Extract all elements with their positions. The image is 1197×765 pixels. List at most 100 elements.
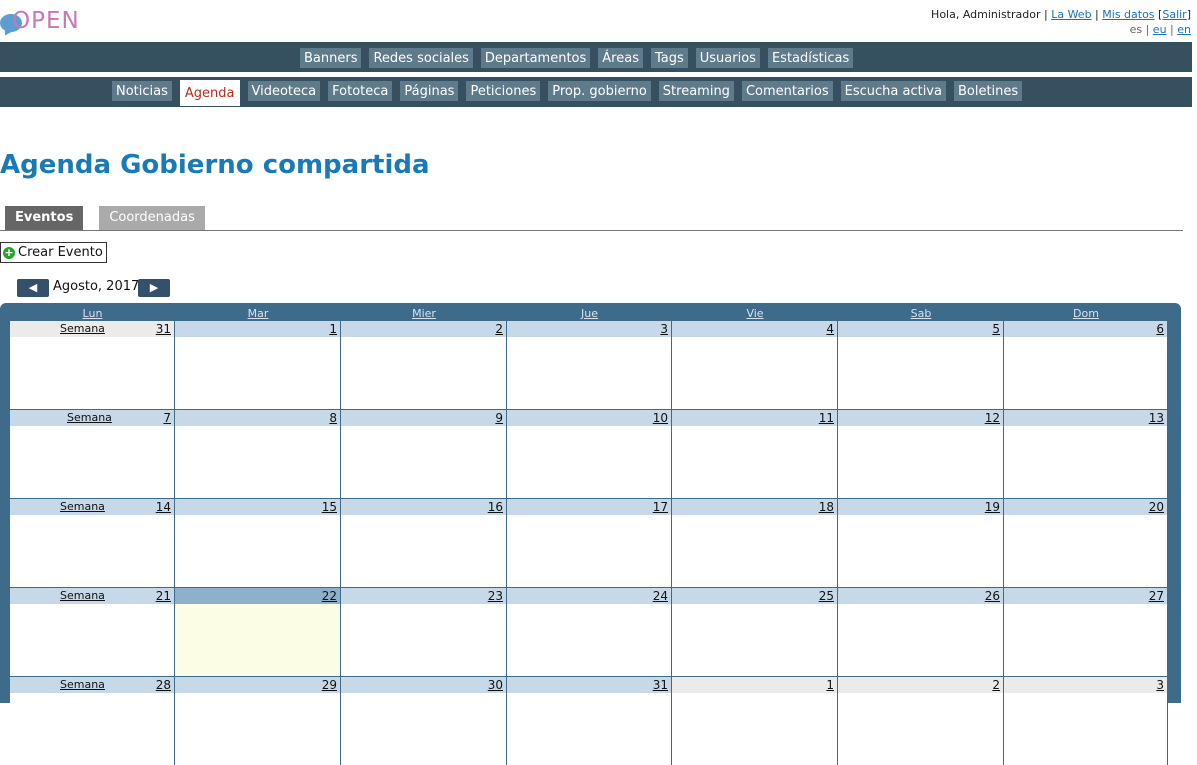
calendar-day-cell[interactable]: 13 bbox=[1004, 410, 1168, 498]
day-number-link[interactable]: 5 bbox=[992, 322, 1000, 336]
calendar-day-cell[interactable]: Semana 7 bbox=[10, 410, 175, 498]
lang-eu-link[interactable]: eu bbox=[1153, 23, 1167, 36]
calendar-day-cell[interactable]: 26 bbox=[838, 588, 1004, 676]
day-cell-body[interactable] bbox=[838, 604, 1003, 676]
calendar-day-cell[interactable]: 29 bbox=[175, 677, 341, 765]
day-cell-body[interactable] bbox=[341, 693, 506, 765]
day-cell-body[interactable] bbox=[1004, 515, 1167, 587]
day-number-link[interactable]: 29 bbox=[322, 678, 337, 692]
day-cell-body[interactable] bbox=[672, 515, 837, 587]
day-cell-body[interactable] bbox=[507, 604, 671, 676]
prev-month-button[interactable]: ◀ bbox=[17, 279, 49, 297]
nav-item-usuarios[interactable]: Usuarios bbox=[695, 48, 760, 68]
nav-item-comentarios[interactable]: Comentarios bbox=[741, 81, 833, 101]
calendar-day-cell[interactable]: 3 bbox=[1004, 677, 1168, 765]
calendar-day-cell[interactable]: 18 bbox=[672, 499, 838, 587]
nav-item-tags[interactable]: Tags bbox=[650, 48, 688, 68]
day-cell-body[interactable] bbox=[838, 426, 1003, 498]
day-number-link[interactable]: 17 bbox=[653, 500, 668, 514]
calendar-day-cell[interactable]: 12 bbox=[838, 410, 1004, 498]
day-cell-body[interactable] bbox=[341, 426, 506, 498]
day-cell-body[interactable] bbox=[341, 515, 506, 587]
day-number-link[interactable]: 2 bbox=[495, 322, 503, 336]
day-number-link[interactable]: 20 bbox=[1149, 500, 1164, 514]
calendar-day-cell[interactable]: 3 bbox=[507, 321, 672, 409]
day-number-link[interactable]: 2 bbox=[992, 678, 1000, 692]
day-cell-body[interactable] bbox=[838, 693, 1003, 765]
day-number-link[interactable]: 16 bbox=[488, 500, 503, 514]
day-header-lun[interactable]: Lun bbox=[10, 307, 175, 321]
calendar-day-cell[interactable]: 10 bbox=[507, 410, 672, 498]
day-number-link[interactable]: 23 bbox=[488, 589, 503, 603]
calendar-day-cell[interactable]: 1 bbox=[672, 677, 838, 765]
day-cell-body[interactable] bbox=[10, 604, 174, 676]
day-cell-body[interactable] bbox=[341, 604, 506, 676]
day-cell-body[interactable] bbox=[175, 337, 340, 409]
day-cell-body[interactable] bbox=[341, 337, 506, 409]
day-number-link[interactable]: 13 bbox=[1149, 411, 1164, 425]
day-number-link[interactable]: 31 bbox=[156, 322, 171, 336]
day-number-link[interactable]: 21 bbox=[156, 589, 171, 603]
week-link[interactable]: Semana bbox=[60, 322, 105, 336]
day-cell-body[interactable] bbox=[10, 693, 174, 765]
day-cell-body[interactable] bbox=[10, 426, 174, 498]
day-number-link[interactable]: 11 bbox=[819, 411, 834, 425]
nav-item-noticias[interactable]: Noticias bbox=[112, 81, 172, 101]
day-number-link[interactable]: 4 bbox=[826, 322, 834, 336]
calendar-day-cell[interactable]: 23 bbox=[341, 588, 507, 676]
week-link[interactable]: Semana bbox=[60, 500, 105, 514]
nav-item-banners[interactable]: Banners bbox=[300, 48, 362, 68]
calendar-day-cell[interactable]: 17 bbox=[507, 499, 672, 587]
calendar-day-cell[interactable]: 2 bbox=[341, 321, 507, 409]
calendar-day-cell[interactable]: 11 bbox=[672, 410, 838, 498]
calendar-day-cell[interactable]: 30 bbox=[341, 677, 507, 765]
day-cell-body[interactable] bbox=[10, 515, 174, 587]
day-cell-body[interactable] bbox=[10, 337, 174, 409]
calendar-day-cell[interactable]: Semana 14 bbox=[10, 499, 175, 587]
calendar-day-cell[interactable]: 5 bbox=[838, 321, 1004, 409]
day-cell-body[interactable] bbox=[507, 337, 671, 409]
day-number-link[interactable]: 3 bbox=[1156, 678, 1164, 692]
day-number-link[interactable]: 8 bbox=[329, 411, 337, 425]
calendar-day-cell[interactable]: 15 bbox=[175, 499, 341, 587]
day-cell-body[interactable] bbox=[507, 693, 671, 765]
day-header-vie[interactable]: Vie bbox=[672, 307, 838, 321]
day-header-mar[interactable]: Mar bbox=[175, 307, 341, 321]
day-cell-body[interactable] bbox=[175, 515, 340, 587]
day-cell-body[interactable] bbox=[672, 604, 837, 676]
day-header-sab[interactable]: Sab bbox=[838, 307, 1004, 321]
day-cell-body[interactable] bbox=[672, 337, 837, 409]
la-web-link[interactable]: La Web bbox=[1051, 8, 1091, 21]
day-number-link[interactable]: 19 bbox=[985, 500, 1000, 514]
day-cell-body[interactable] bbox=[175, 604, 340, 676]
day-cell-body[interactable] bbox=[1004, 604, 1167, 676]
day-number-link[interactable]: 30 bbox=[488, 678, 503, 692]
nav-item-boletines[interactable]: Boletines bbox=[953, 81, 1023, 101]
tab-eventos[interactable]: Eventos bbox=[5, 206, 84, 230]
nav-item-áreas[interactable]: Áreas bbox=[598, 48, 643, 68]
calendar-day-cell[interactable]: 16 bbox=[341, 499, 507, 587]
nav-item-agenda[interactable]: Agenda bbox=[179, 80, 240, 106]
day-cell-body[interactable] bbox=[838, 515, 1003, 587]
calendar-day-cell[interactable]: 24 bbox=[507, 588, 672, 676]
open-logo[interactable]: OPEN bbox=[0, 6, 79, 38]
day-cell-body[interactable] bbox=[175, 426, 340, 498]
calendar-day-cell[interactable]: 2 bbox=[838, 677, 1004, 765]
calendar-day-cell[interactable]: 22 bbox=[175, 588, 341, 676]
calendar-day-cell[interactable]: 9 bbox=[341, 410, 507, 498]
nav-item-prop-gobierno[interactable]: Prop. gobierno bbox=[548, 81, 651, 101]
day-cell-body[interactable] bbox=[507, 515, 671, 587]
lang-en-link[interactable]: en bbox=[1177, 23, 1191, 36]
day-cell-body[interactable] bbox=[838, 337, 1003, 409]
nav-item-escucha-activa[interactable]: Escucha activa bbox=[840, 81, 946, 101]
salir-link[interactable]: Salir bbox=[1162, 8, 1186, 21]
nav-item-redes-sociales[interactable]: Redes sociales bbox=[369, 48, 473, 68]
calendar-day-cell[interactable]: 4 bbox=[672, 321, 838, 409]
day-number-link[interactable]: 15 bbox=[322, 500, 337, 514]
day-cell-body[interactable] bbox=[175, 693, 340, 765]
calendar-day-cell[interactable]: 20 bbox=[1004, 499, 1168, 587]
day-cell-body[interactable] bbox=[672, 426, 837, 498]
calendar-day-cell[interactable]: Semana 28 bbox=[10, 677, 175, 765]
nav-item-estadísticas[interactable]: Estadísticas bbox=[767, 48, 854, 68]
tab-coordenadas[interactable]: Coordenadas bbox=[99, 206, 205, 230]
